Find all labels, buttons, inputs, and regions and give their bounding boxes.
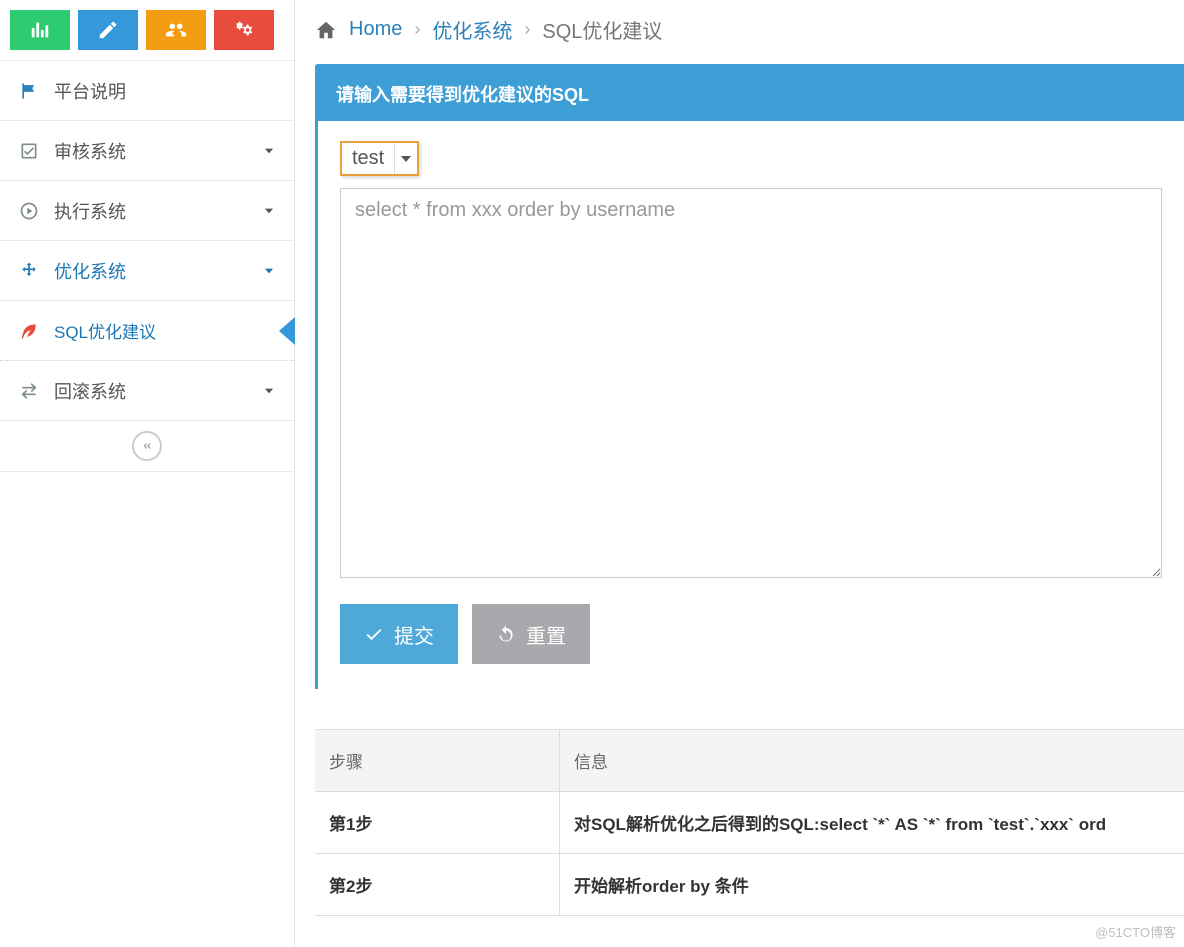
swap-icon [18, 380, 40, 402]
panel-title: 请输入需要得到优化建议的SQL [318, 67, 1184, 121]
chevron-down-icon [262, 144, 276, 158]
breadcrumb-sep: › [414, 19, 420, 40]
undo-icon [496, 624, 516, 644]
tile-edit[interactable] [78, 10, 138, 50]
reset-label: 重置 [526, 620, 566, 649]
leaf-icon [18, 320, 40, 342]
cell-info: 对SQL解析优化之后得到的SQL:select `*` AS `*` from … [560, 792, 1184, 853]
nav-label: 回滚系统 [54, 378, 262, 404]
table-row: 第1步 对SQL解析优化之后得到的SQL:select `*` AS `*` f… [315, 792, 1184, 854]
quick-tiles [0, 0, 294, 61]
tile-chart[interactable] [10, 10, 70, 50]
breadcrumb: Home › 优化系统 › SQL优化建议 [295, 0, 1184, 64]
cell-step: 第1步 [315, 792, 560, 853]
tile-users[interactable] [146, 10, 206, 50]
database-select-value: test [342, 143, 395, 174]
play-circle-icon [18, 200, 40, 222]
sql-panel: 请输入需要得到优化建议的SQL test 提交 重置 [315, 64, 1184, 689]
active-indicator [279, 317, 295, 345]
nav-sub-label: SQL优化建议 [54, 318, 156, 343]
nav-audit[interactable]: 审核系统 [0, 121, 294, 181]
check-square-icon [18, 140, 40, 162]
table-header: 步骤 信息 [315, 730, 1184, 792]
submit-button[interactable]: 提交 [340, 604, 458, 664]
nav-optimize[interactable]: 优化系统 [0, 241, 294, 301]
cell-step: 第2步 [315, 854, 560, 915]
collapse-sidebar[interactable] [0, 421, 294, 472]
main: Home › 优化系统 › SQL优化建议 请输入需要得到优化建议的SQL te… [295, 0, 1184, 947]
flag-icon [18, 80, 40, 102]
check-icon [364, 624, 384, 644]
chevrons-left-icon [140, 439, 154, 453]
users-icon [165, 19, 187, 41]
chevron-down-icon [262, 384, 276, 398]
tile-settings[interactable] [214, 10, 274, 50]
reset-button[interactable]: 重置 [472, 604, 590, 664]
nav: 平台说明 审核系统 执行系统 优化系统 SQL优化建议 [0, 61, 294, 472]
nav-sql-advice[interactable]: SQL优化建议 [0, 301, 294, 361]
database-select[interactable]: test [340, 141, 419, 176]
breadcrumb-home[interactable]: Home [349, 18, 402, 41]
bar-chart-icon [29, 19, 51, 41]
chevron-down-icon [262, 204, 276, 218]
move-icon [18, 260, 40, 282]
dropdown-arrow-icon [395, 143, 417, 174]
nav-platform[interactable]: 平台说明 [0, 61, 294, 121]
col-info: 信息 [560, 730, 1184, 791]
submit-label: 提交 [394, 620, 434, 649]
gears-icon [233, 19, 255, 41]
nav-rollback[interactable]: 回滚系统 [0, 361, 294, 421]
nav-label: 平台说明 [54, 78, 276, 104]
result-table: 步骤 信息 第1步 对SQL解析优化之后得到的SQL:select `*` AS… [315, 729, 1184, 916]
nav-label: 执行系统 [54, 198, 262, 224]
nav-label: 优化系统 [54, 258, 262, 284]
nav-execute[interactable]: 执行系统 [0, 181, 294, 241]
nav-label: 审核系统 [54, 138, 262, 164]
home-icon [315, 19, 337, 41]
watermark: @51CTO博客 [1095, 922, 1176, 941]
breadcrumb-sep: › [524, 19, 530, 40]
sidebar: 平台说明 审核系统 执行系统 优化系统 SQL优化建议 [0, 0, 295, 947]
breadcrumb-section[interactable]: 优化系统 [432, 15, 512, 44]
chevron-down-icon [262, 264, 276, 278]
breadcrumb-current: SQL优化建议 [542, 15, 662, 44]
col-step: 步骤 [315, 730, 560, 791]
pencil-icon [97, 19, 119, 41]
cell-info: 开始解析order by 条件 [560, 854, 1184, 915]
sql-textarea[interactable] [340, 188, 1162, 578]
table-row: 第2步 开始解析order by 条件 [315, 854, 1184, 916]
